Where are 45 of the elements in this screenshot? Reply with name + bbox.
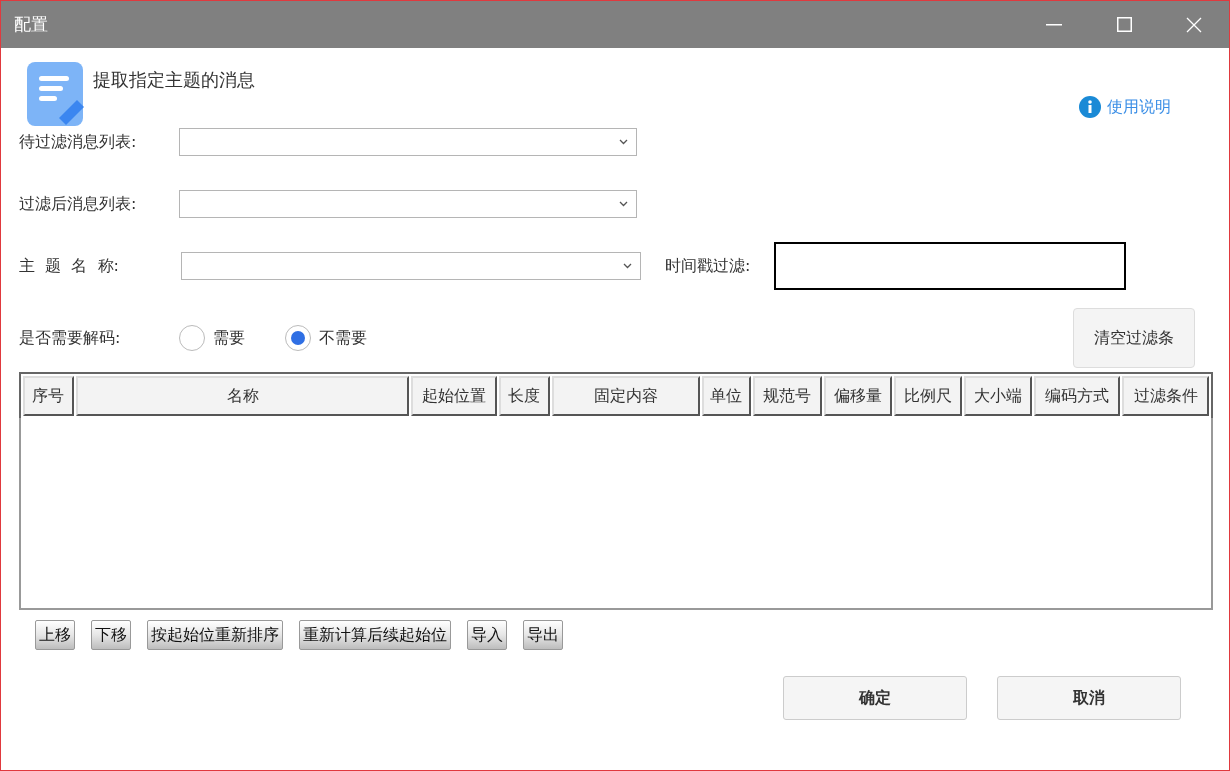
column-header[interactable]: 规范号 [753,376,822,416]
dropdown-field[interactable] [179,128,637,156]
field-label: 主 题 名 称: [19,255,120,277]
toolbar-button[interactable]: 上移 [35,620,75,650]
ok-button[interactable]: 确定 [783,676,967,720]
column-header[interactable]: 固定内容 [551,376,700,416]
column-header[interactable]: 编码方式 [1033,376,1121,416]
column-header[interactable]: 大小端 [964,376,1032,416]
minimize-icon[interactable] [1046,23,1062,26]
window-title: 配置 [14,13,49,36]
column-header[interactable]: 单位 [701,376,751,416]
field-label: 时间戳过滤: [665,255,751,277]
field-label: 是否需要解码: [19,327,122,349]
dropdown-field[interactable] [181,252,641,280]
toolbar-button[interactable]: 按起始位重新排序 [147,620,283,650]
info-icon [1079,96,1101,118]
page-heading: 提取指定主题的消息 [93,68,256,92]
caret-icon [619,201,628,207]
toolbar-button[interactable]: 导入 [467,620,507,650]
field-label: 待过滤消息列表: [19,131,138,153]
column-header[interactable]: 序号 [23,376,74,416]
dropdown-field[interactable] [179,190,637,218]
column-header[interactable]: 比例尺 [894,376,963,416]
column-header[interactable]: 起始位置 [411,376,497,416]
toolbar-button[interactable]: 导出 [523,620,563,650]
caret-icon [619,139,628,145]
toolbar-button[interactable]: 重新计算后续起始位 [299,620,451,650]
radio-label: 不需要 [319,327,367,349]
timestamp-input-field[interactable] [774,242,1127,290]
maximize-icon[interactable] [1116,17,1132,32]
radio-button[interactable] [179,325,205,351]
toolbar-button[interactable]: 下移 [91,620,131,650]
field-label: 过滤后消息列表: [19,193,138,215]
column-header[interactable]: 长度 [499,376,550,416]
column-header[interactable]: 过滤条件 [1122,376,1209,416]
close-icon[interactable] [1186,16,1202,33]
column-header[interactable]: 名称 [75,376,410,416]
caret-icon [623,263,632,269]
clear-filter-button[interactable]: 清空过滤条 [1073,308,1195,368]
cancel-button[interactable]: 取消 [997,676,1181,720]
radio-label: 需要 [213,327,245,349]
radio-button[interactable] [285,325,311,351]
column-header[interactable]: 偏移量 [823,376,893,416]
document-edit-icon [27,62,85,126]
help-link[interactable]: 使用说明 [1079,96,1171,118]
